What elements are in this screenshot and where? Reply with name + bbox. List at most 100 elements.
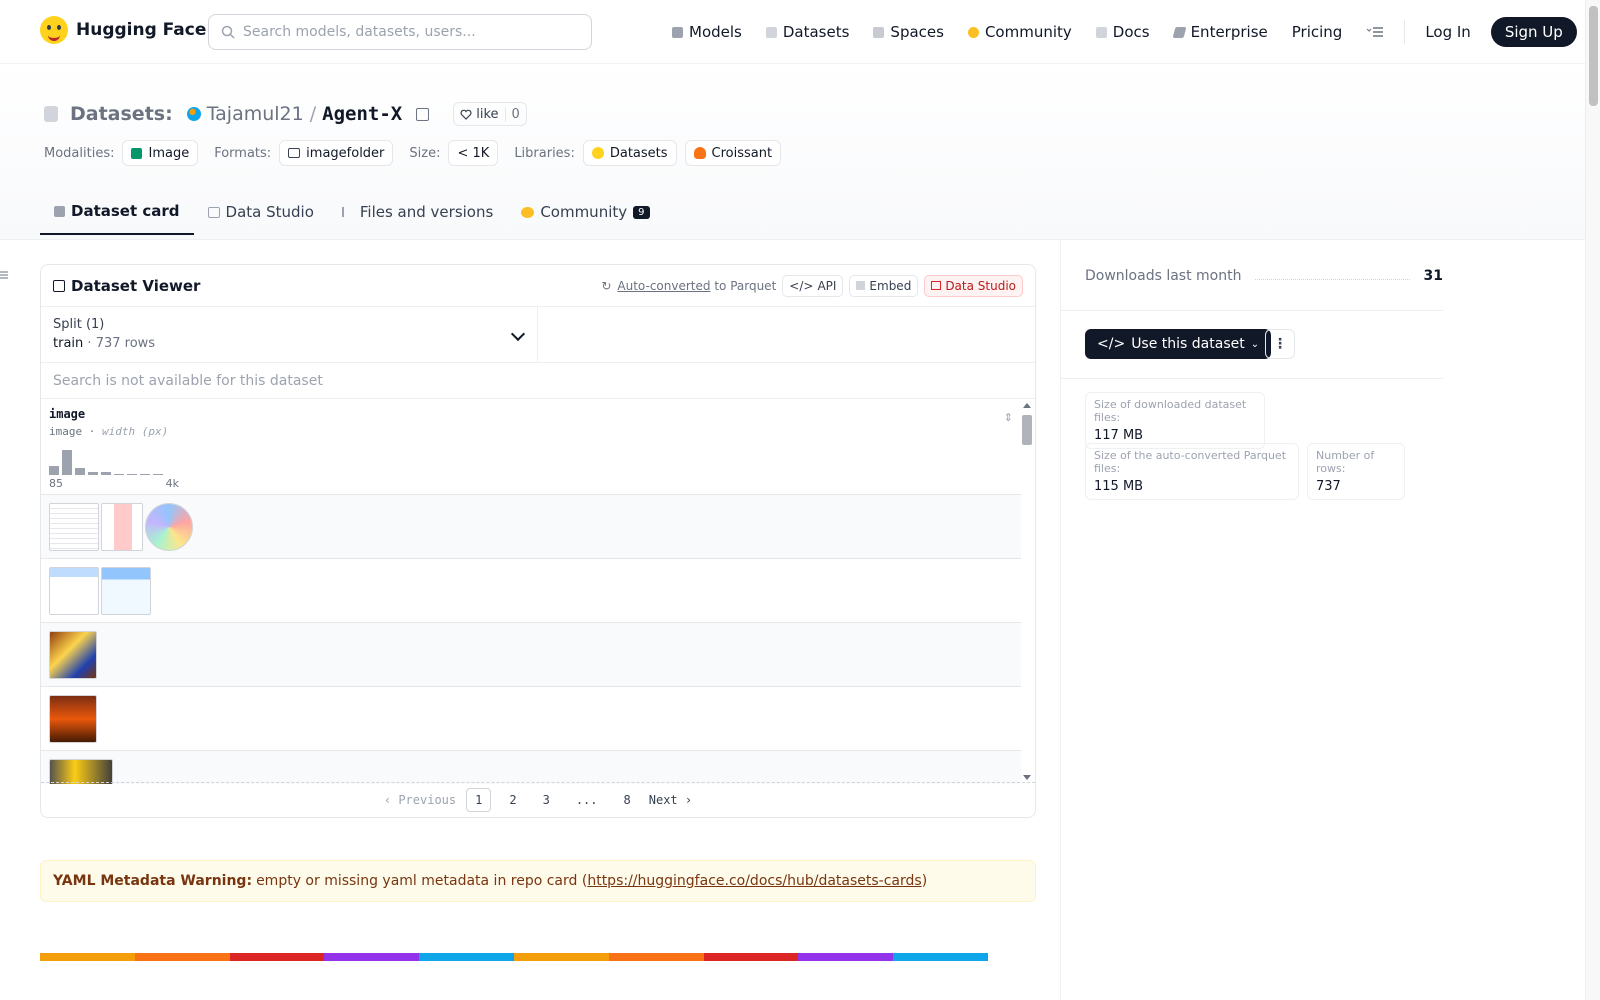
like-button[interactable]: like 0	[453, 102, 527, 126]
nav-pricing[interactable]: Pricing	[1280, 14, 1355, 50]
column-type-hint: width (px)	[102, 425, 169, 438]
nav-community[interactable]: Community	[956, 14, 1084, 50]
histogram-bar	[127, 474, 137, 475]
discussion-count-badge: 9	[633, 205, 650, 219]
nav-docs[interactable]: Docs	[1084, 14, 1162, 50]
image-thumbnail[interactable]	[49, 502, 99, 551]
nav-enterprise[interactable]: Enterprise	[1162, 14, 1280, 50]
rainbow-segment	[324, 953, 420, 961]
image-thumbnail[interactable]	[49, 566, 99, 615]
dataset-cards-docs-link[interactable]: https://huggingface.co/docs/hub/datasets…	[587, 873, 921, 889]
image-thumbnail[interactable]	[101, 566, 151, 615]
tab-dataset-card[interactable]: Dataset card	[40, 189, 194, 235]
api-label: API	[817, 278, 837, 293]
page-button-8[interactable]: 8	[616, 789, 639, 811]
login-link[interactable]: Log In	[1413, 14, 1483, 50]
image-thumbnail[interactable]	[101, 502, 143, 551]
page-button-1[interactable]: 1	[466, 788, 492, 812]
hugging-face-logo-icon	[40, 16, 68, 44]
tab-data-studio[interactable]: Data Studio	[194, 189, 328, 235]
sidebar-toggle[interactable]	[0, 268, 10, 279]
embed-button[interactable]: Embed	[849, 274, 919, 297]
tab-files-and-versions[interactable]: Files and versions	[328, 189, 507, 235]
column-header-image[interactable]: image image · width (px) 85 4k ⇕	[41, 399, 1021, 495]
page-scrollbar[interactable]	[1585, 0, 1600, 1000]
scrollbar-thumb[interactable]	[1022, 415, 1032, 445]
signup-button[interactable]: Sign Up	[1490, 17, 1577, 47]
next-page-button[interactable]: Next ›	[649, 793, 692, 807]
repo-name-link[interactable]: Agent-X	[322, 103, 402, 125]
copy-icon[interactable]	[416, 107, 430, 121]
viewer-title-text: Dataset Viewer	[71, 276, 201, 295]
nav-models[interactable]: Models	[660, 14, 754, 50]
tab-label: Community	[540, 203, 628, 221]
table-icon	[53, 279, 65, 292]
table-icon	[207, 206, 220, 218]
data-studio-label: Data Studio	[945, 278, 1016, 293]
histogram-bar	[101, 472, 111, 475]
image-thumbnail[interactable]	[145, 502, 193, 551]
viewer-scrollbar[interactable]	[1021, 399, 1033, 784]
previous-page-button[interactable]: ‹ Previous	[384, 793, 456, 807]
table-row[interactable]	[41, 623, 1021, 687]
tag-imagefolder[interactable]: imagefolder	[279, 140, 394, 166]
histogram-bar	[114, 474, 124, 475]
column-name: image	[49, 407, 86, 421]
page-ellipsis: ...	[575, 793, 598, 807]
tag-image[interactable]: Image	[122, 140, 199, 166]
modalities-label: Modalities:	[44, 145, 115, 161]
histogram-axis: 85 4k	[49, 477, 179, 490]
table-row[interactable]	[41, 687, 1021, 751]
tag-size[interactable]: < 1K	[448, 140, 499, 166]
brand-link[interactable]: Hugging Face	[40, 16, 206, 44]
page-button-2[interactable]: 2	[501, 789, 524, 811]
owner-link[interactable]: Tajamul21	[207, 103, 304, 125]
column-type: image · width (px)	[49, 425, 1013, 438]
scroll-down-icon[interactable]	[1023, 775, 1031, 780]
column-type-separator: ·	[88, 425, 96, 438]
dataset-viewer: Dataset Viewer ↻ Auto-converted to Parqu…	[40, 264, 1036, 818]
image-thumbnail[interactable]	[49, 758, 113, 784]
tag-datasets-library[interactable]: Datasets	[582, 140, 677, 166]
tab-community[interactable]: Community 9	[507, 189, 663, 235]
viewer-actions: ↻ Auto-converted to Parquet </> API Embed…	[601, 274, 1023, 297]
data-studio-button[interactable]: Data Studio	[924, 274, 1023, 297]
split-label: Split (1)	[53, 317, 105, 332]
avatar	[186, 107, 201, 121]
tag-croissant-library[interactable]: Croissant	[684, 140, 782, 166]
menu-icon	[1366, 27, 1384, 37]
tag-label: imagefolder	[306, 145, 385, 161]
nav-menu-button[interactable]	[1354, 14, 1396, 50]
rainbow-segment	[419, 953, 514, 961]
page-button-3[interactable]: 3	[535, 789, 558, 811]
viewer-table: image image · width (px) 85 4k ⇕	[41, 399, 1021, 784]
search-input[interactable]: Search models, datasets, users...	[208, 14, 592, 50]
nav-divider	[1404, 20, 1406, 44]
image-icon	[131, 147, 143, 159]
use-this-dataset-button[interactable]: </> Use this dataset ⌄	[1085, 329, 1272, 359]
code-icon: </>	[789, 278, 814, 293]
cube-icon	[54, 205, 65, 217]
more-options-button[interactable]: ⋮	[1265, 329, 1295, 359]
api-button[interactable]: </> API	[782, 274, 844, 297]
table-row[interactable]	[41, 495, 1021, 559]
auto-converted-link[interactable]: Auto-converted to Parquet	[617, 279, 776, 293]
split-select[interactable]: Split (1) train · 737 rows	[41, 307, 538, 362]
image-thumbnail[interactable]	[49, 694, 97, 743]
database-icon	[765, 26, 777, 38]
nav-datasets[interactable]: Datasets	[754, 14, 862, 50]
section-label[interactable]: Datasets:	[70, 103, 173, 125]
scroll-up-icon[interactable]	[1023, 403, 1031, 408]
table-icon	[931, 281, 942, 290]
histogram-max: 4k	[165, 477, 179, 490]
width-histogram	[49, 449, 179, 475]
sort-icon[interactable]: ⇕	[1004, 411, 1013, 424]
stat-downloaded-size: Size of downloaded dataset files: 117 MB	[1085, 392, 1265, 449]
cube-icon	[672, 26, 683, 38]
page-scrollbar-thumb[interactable]	[1589, 6, 1598, 106]
files-icon	[341, 207, 354, 217]
table-row[interactable]	[41, 751, 1021, 784]
table-row[interactable]	[41, 559, 1021, 623]
nav-spaces[interactable]: Spaces	[861, 14, 956, 50]
image-thumbnail[interactable]	[49, 630, 97, 679]
